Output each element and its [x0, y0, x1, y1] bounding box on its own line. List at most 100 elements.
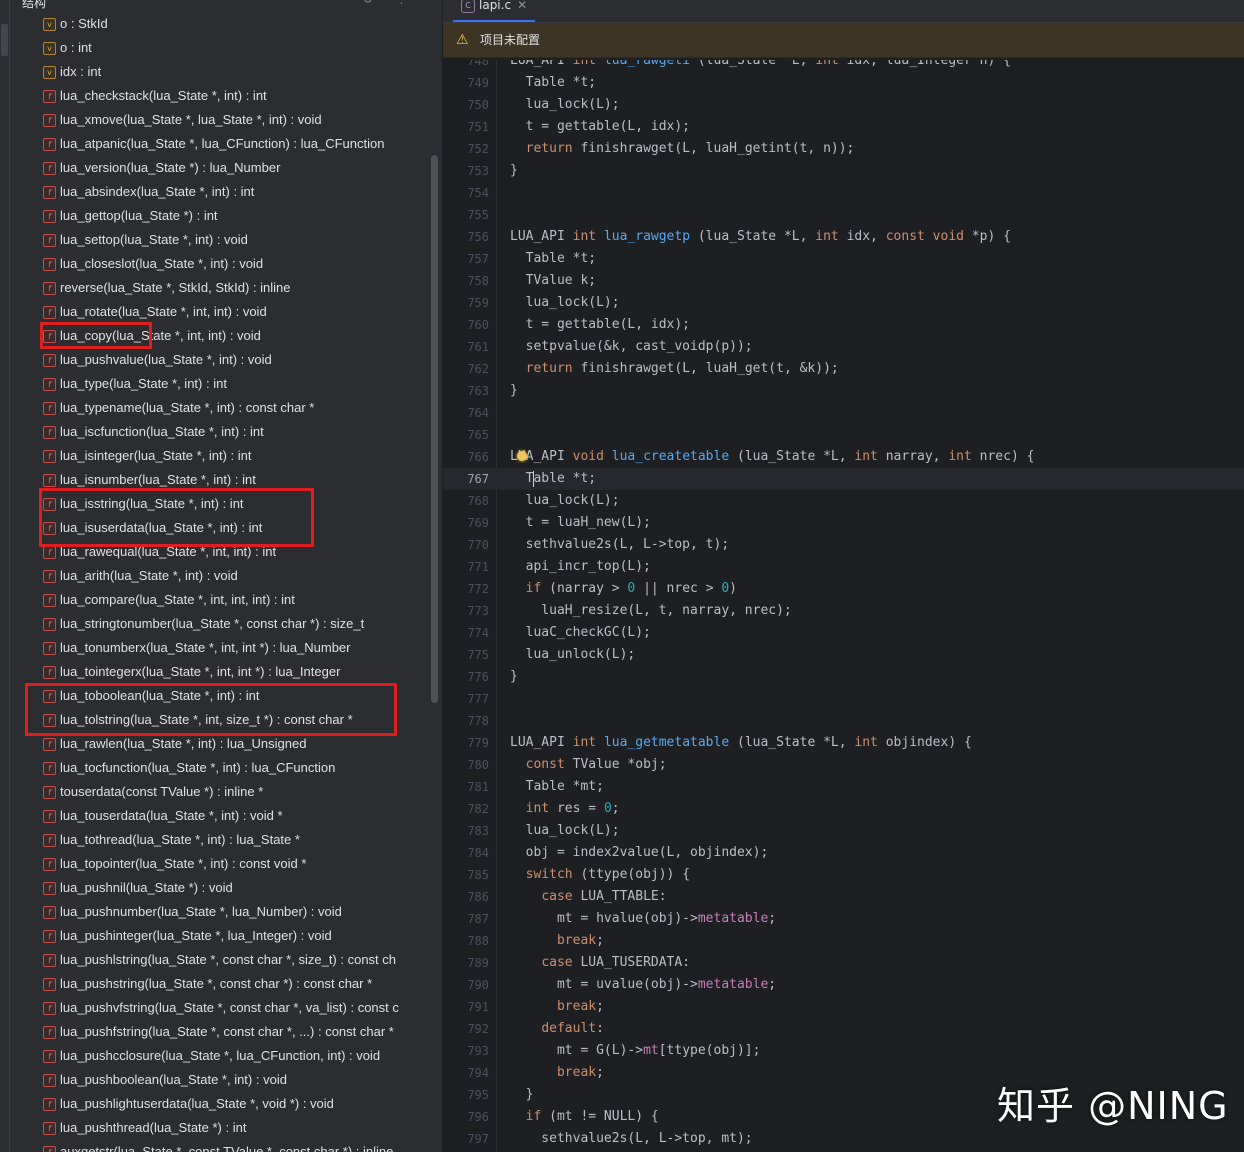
code-line[interactable]: 760 t = gettable(L, idx); — [443, 314, 1244, 336]
structure-item[interactable]: f lua_pushvalue(lua_State *, int) : void — [0, 348, 432, 372]
structure-item[interactable]: f lua_arith(lua_State *, int) : void — [0, 564, 432, 588]
structure-item[interactable]: f lua_pushfstring(lua_State *, const char… — [0, 1020, 432, 1044]
more-icon[interactable]: ⋮ — [395, 0, 408, 7]
code-line[interactable]: 784 obj = index2value(L, objindex); — [443, 842, 1244, 864]
structure-item[interactable]: f lua_tocfunction(lua_State *, int) : lua… — [0, 756, 432, 780]
structure-item[interactable]: f lua_tointegerx(lua_State *, int, int *)… — [0, 660, 432, 684]
structure-item[interactable]: f touserdata(const TValue *) : inline * — [0, 780, 432, 804]
structure-item[interactable]: f lua_pushvfstring(lua_State *, const cha… — [0, 996, 432, 1020]
settings-icon[interactable]: ⚙ — [362, 0, 374, 7]
code-line[interactable]: 755 — [443, 204, 1244, 226]
code-line[interactable]: 779 LUA_API int lua_getmetatable (lua_Sta… — [443, 732, 1244, 754]
structure-item[interactable]: f lua_topointer(lua_State *, int) : const… — [0, 852, 432, 876]
code-line[interactable]: 770 sethvalue2s(L, L->top, t); — [443, 534, 1244, 556]
structure-item[interactable]: f lua_pushstring(lua_State *, const char … — [0, 972, 432, 996]
code-token: LUA_API — [510, 229, 573, 244]
structure-item[interactable]: f lua_compare(lua_State *, int, int, int)… — [0, 588, 432, 612]
code-line[interactable]: 791 break; — [443, 996, 1244, 1018]
code-line[interactable]: 761 setpvalue(&k, cast_voidp(p)); — [443, 336, 1244, 358]
tab-lapi-c[interactable]: Clapi.c ✕ — [453, 0, 536, 22]
structure-item[interactable]: f lua_pushthread(lua_State *) : int — [0, 1116, 432, 1140]
code-line[interactable]: 759 lua_lock(L); — [443, 292, 1244, 314]
code-line[interactable]: 776} — [443, 666, 1244, 688]
structure-item[interactable]: f lua_iscfunction(lua_State *, int) : int — [0, 420, 432, 444]
code-line[interactable]: 763} — [443, 380, 1244, 402]
structure-item[interactable]: v idx : int — [0, 60, 432, 84]
structure-item[interactable]: v o : StkId — [0, 12, 432, 36]
code-line[interactable]: 765 — [443, 424, 1244, 446]
structure-item[interactable]: f lua_atpanic(lua_State *, lua_CFunction)… — [0, 132, 432, 156]
structure-item[interactable]: f lua_checkstack(lua_State *, int) : int — [0, 84, 432, 108]
code-line[interactable]: 777 — [443, 688, 1244, 710]
code-line[interactable]: 756 LUA_API int lua_rawgetp (lua_State *L… — [443, 226, 1244, 248]
function-f-icon: f — [43, 306, 56, 319]
code-line[interactable]: 769 t = luaH_new(L); — [443, 512, 1244, 534]
code-line[interactable]: 768 lua_lock(L); — [443, 490, 1244, 512]
code-line[interactable]: 754 — [443, 182, 1244, 204]
code-area[interactable]: 748 LUA_API int lua_rawgeti (lua_State *L… — [443, 60, 1244, 1152]
code-line[interactable]: 774 luaC_checkGC(L); — [443, 622, 1244, 644]
structure-item[interactable]: f lua_version(lua_State *) : lua_Number — [0, 156, 432, 180]
structure-scrollbar[interactable] — [431, 155, 438, 703]
code-line[interactable]: 781 Table *mt; — [443, 776, 1244, 798]
code-line[interactable]: 766 LUA_API void lua_createtable (lua_Sta… — [443, 446, 1244, 468]
structure-item[interactable]: f lua_pushlstring(lua_State *, const char… — [0, 948, 432, 972]
code-line[interactable]: 789 case LUA_TUSERDATA: — [443, 952, 1244, 974]
structure-item[interactable]: f lua_pushinteger(lua_State *, lua_Intege… — [0, 924, 432, 948]
code-line[interactable]: 775 lua_unlock(L); — [443, 644, 1244, 666]
code-line[interactable]: 792 default: — [443, 1018, 1244, 1040]
code-token: narray, — [885, 449, 949, 464]
line-number: 788 — [467, 934, 489, 948]
structure-item[interactable]: f lua_stringtonumber(lua_State *, const c… — [0, 612, 432, 636]
code-line[interactable]: 758 TValue k; — [443, 270, 1244, 292]
code-line[interactable]: 793 mt = G(L)->mt[ttype(obj)]; — [443, 1040, 1244, 1062]
lightbulb-icon[interactable] — [517, 451, 527, 461]
structure-item[interactable]: v o : int — [0, 36, 432, 60]
code-token: lua_lock(L); — [510, 493, 620, 508]
code-line[interactable]: 771 api_incr_top(L); — [443, 556, 1244, 578]
code-line[interactable]: 748 LUA_API int lua_rawgeti (lua_State *L… — [443, 60, 1244, 72]
code-line[interactable]: 764 — [443, 402, 1244, 424]
code-line[interactable]: 752 return finishrawget(L, luaH_getint(t… — [443, 138, 1244, 160]
structure-item[interactable]: f lua_absindex(lua_State *, int) : int — [0, 180, 432, 204]
structure-item[interactable]: f auxgetstr(lua_State *, const TValue *, … — [0, 1140, 432, 1152]
close-icon[interactable]: ✕ — [517, 0, 527, 12]
code-line[interactable]: 785 switch (ttype(obj)) { — [443, 864, 1244, 886]
code-line[interactable]: 782 int res = 0; — [443, 798, 1244, 820]
structure-item[interactable]: f lua_pushlightuserdata(lua_State *, void… — [0, 1092, 432, 1116]
code-line[interactable]: 786 case LUA_TTABLE: — [443, 886, 1244, 908]
structure-item[interactable]: f lua_rotate(lua_State *, int, int) : voi… — [0, 300, 432, 324]
structure-item[interactable]: f lua_typename(lua_State *, int) : const … — [0, 396, 432, 420]
minimize-icon[interactable]: — — [415, 0, 428, 7]
code-line[interactable]: 767 Table *t; — [443, 468, 1244, 490]
structure-item[interactable]: f lua_touserdata(lua_State *, int) : void… — [0, 804, 432, 828]
structure-item[interactable]: f lua_pushcclosure(lua_State *, lua_CFunc… — [0, 1044, 432, 1068]
code-line[interactable]: 778 — [443, 710, 1244, 732]
structure-item[interactable]: f lua_closeslot(lua_State *, int) : void — [0, 252, 432, 276]
structure-item[interactable]: f lua_settop(lua_State *, int) : void — [0, 228, 432, 252]
code-line[interactable]: 787 mt = hvalue(obj)->metatable; — [443, 908, 1244, 930]
structure-item[interactable]: f lua_type(lua_State *, int) : int — [0, 372, 432, 396]
structure-item[interactable]: f lua_isinteger(lua_State *, int) : int — [0, 444, 432, 468]
structure-item[interactable]: f lua_tothread(lua_State *, int) : lua_St… — [0, 828, 432, 852]
code-line[interactable]: 749 Table *t; — [443, 72, 1244, 94]
structure-item[interactable]: f lua_gettop(lua_State *) : int — [0, 204, 432, 228]
code-line[interactable]: 772 if (narray > 0 || nrec > 0) — [443, 578, 1244, 600]
code-line[interactable]: 762 return finishrawget(L, luaH_get(t, &… — [443, 358, 1244, 380]
structure-item[interactable]: f lua_pushnil(lua_State *) : void — [0, 876, 432, 900]
structure-item[interactable]: f reverse(lua_State *, StkId, StkId) : in… — [0, 276, 432, 300]
code-line[interactable]: 783 lua_lock(L); — [443, 820, 1244, 842]
code-line[interactable]: 753} — [443, 160, 1244, 182]
code-line[interactable]: 797 sethvalue2s(L, L->top, mt); — [443, 1128, 1244, 1150]
code-line[interactable]: 788 break; — [443, 930, 1244, 952]
structure-item[interactable]: f lua_pushboolean(lua_State *, int) : voi… — [0, 1068, 432, 1092]
structure-item[interactable]: f lua_pushnumber(lua_State *, lua_Number)… — [0, 900, 432, 924]
code-line[interactable]: 750 lua_lock(L); — [443, 94, 1244, 116]
code-line[interactable]: 751 t = gettable(L, idx); — [443, 116, 1244, 138]
code-line[interactable]: 790 mt = uvalue(obj)->metatable; — [443, 974, 1244, 996]
structure-item[interactable]: f lua_tonumberx(lua_State *, int, int *) … — [0, 636, 432, 660]
code-line[interactable]: 757 Table *t; — [443, 248, 1244, 270]
structure-item[interactable]: f lua_xmove(lua_State *, lua_State *, int… — [0, 108, 432, 132]
code-line[interactable]: 780 const TValue *obj; — [443, 754, 1244, 776]
code-line[interactable]: 773 luaH_resize(L, t, narray, nrec); — [443, 600, 1244, 622]
